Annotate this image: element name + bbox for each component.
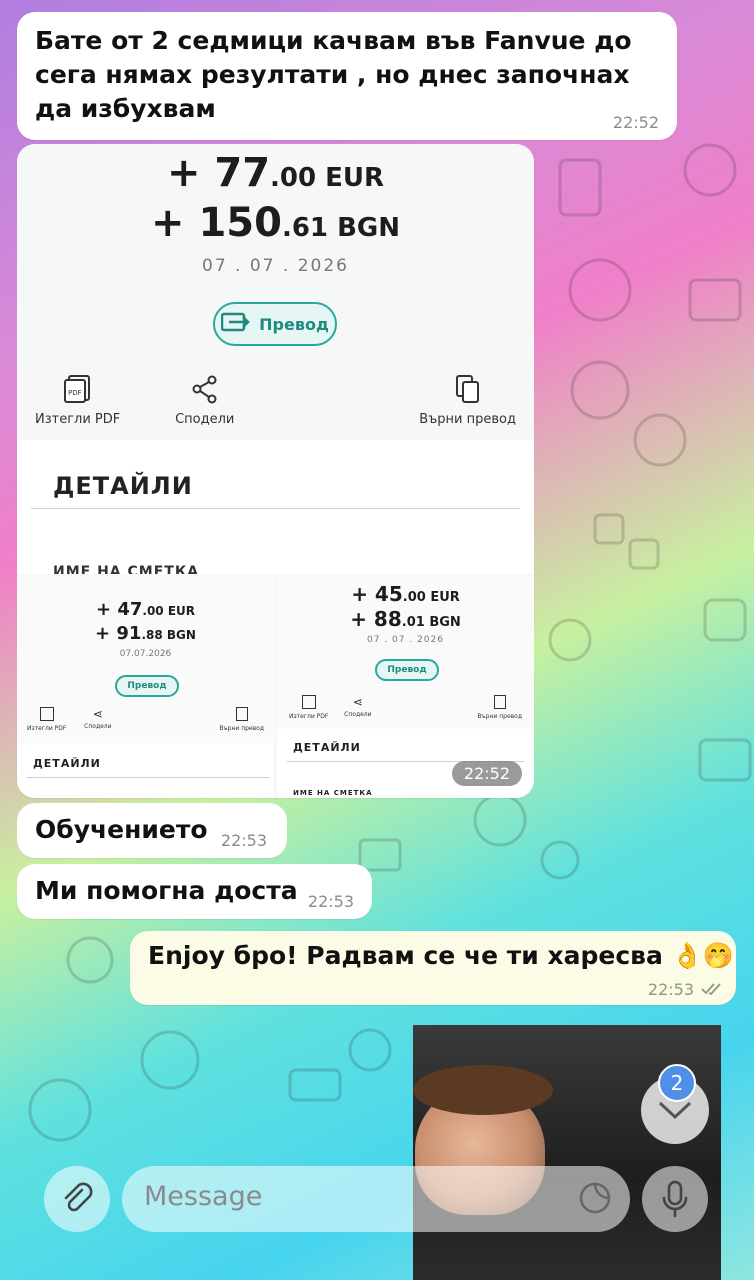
pdf-icon — [301, 695, 316, 709]
return-transfer-action: Върни превод — [419, 374, 516, 427]
return-transfer-action: Върни превод — [219, 707, 264, 732]
chevron-down-icon — [658, 1101, 692, 1120]
copy-icon — [235, 707, 248, 721]
voice-record-button[interactable] — [642, 1166, 708, 1232]
message-text: Обучението — [35, 815, 208, 844]
transfer-pill: Превод — [115, 675, 179, 697]
download-pdf-action: PDF Изтегли PDF — [35, 374, 120, 427]
incoming-message[interactable]: Бате от 2 седмици качвам във Fanvue до с… — [17, 12, 677, 140]
svg-text:PDF: PDF — [68, 389, 82, 397]
message-text: Ми помогна доста — [35, 876, 298, 905]
message-time: 22:53 — [647, 980, 694, 999]
share-action: ⋖ Сподели — [344, 695, 372, 718]
unread-badge: 2 — [658, 1064, 696, 1102]
download-pdf-action: Изтегли PDF — [289, 695, 328, 720]
message-text: Бате от 2 седмици качвам във Fanvue до с… — [35, 26, 632, 123]
share-icon — [192, 375, 217, 404]
share-action: ⋖ Сподели — [84, 707, 112, 730]
receipt-screenshot-left[interactable]: + 47.00 EUR + 91.88 BGN 07.07.2026 Прево… — [17, 577, 274, 798]
outgoing-message[interactable]: Enjoy бро! Радвам се че ти харесва 👌🤭 22… — [130, 931, 736, 1005]
account-name-label: ИМЕ НА СМЕТКА — [53, 564, 200, 574]
transfer-icon — [220, 311, 251, 337]
album-time-badge: 22:52 — [451, 761, 522, 786]
share-icon: ⋖ — [92, 707, 103, 721]
share-action: Сподели — [175, 374, 234, 427]
pdf-icon: PDF — [63, 375, 90, 403]
transfer-date: 07 . 07 . 2026 — [202, 256, 349, 276]
share-icon: ⋖ — [352, 695, 363, 709]
message-placeholder: Message — [144, 1181, 263, 1212]
message-time: 22:52 — [612, 113, 659, 132]
transfer-pill: Превод — [213, 302, 337, 346]
details-heading: ДЕТАЙЛИ — [53, 472, 193, 500]
message-time: 22:53 — [307, 892, 354, 911]
amount-bgn: + 150.61 BGN — [151, 200, 400, 246]
copy-icon — [493, 695, 506, 709]
message-input[interactable]: Message — [122, 1166, 630, 1232]
pdf-icon — [39, 707, 54, 721]
incoming-message[interactable]: Ми помогна доста 22:53 — [17, 864, 372, 919]
microphone-icon — [662, 1180, 688, 1218]
paperclip-icon — [64, 1182, 93, 1212]
download-pdf-action: Изтегли PDF — [27, 707, 66, 732]
transfer-pill: Превод — [375, 659, 439, 681]
message-text: Enjoy бро! Радвам се че ти харесва 👌🤭 — [148, 941, 734, 970]
photo-album-message[interactable]: + 77.00 EUR + 150.61 BGN 07 . 07 . 2026 … — [17, 144, 534, 798]
attach-button[interactable] — [44, 1166, 110, 1232]
receipt-screenshot-right[interactable]: + 45.00 EUR + 88.01 BGN 07 . 07 . 2026 П… — [277, 577, 534, 798]
message-time: 22:53 — [220, 831, 267, 850]
amount-eur: + 77.00 EUR — [166, 150, 385, 196]
receipt-screenshot-main[interactable]: + 77.00 EUR + 150.61 BGN 07 . 07 . 2026 … — [17, 144, 534, 574]
copy-icon — [455, 375, 479, 403]
incoming-message[interactable]: Обучението 22:53 — [17, 803, 287, 858]
return-transfer-action: Върни превод — [477, 695, 522, 720]
read-checkmarks-icon — [700, 981, 724, 1001]
sticker-icon[interactable] — [578, 1181, 612, 1219]
